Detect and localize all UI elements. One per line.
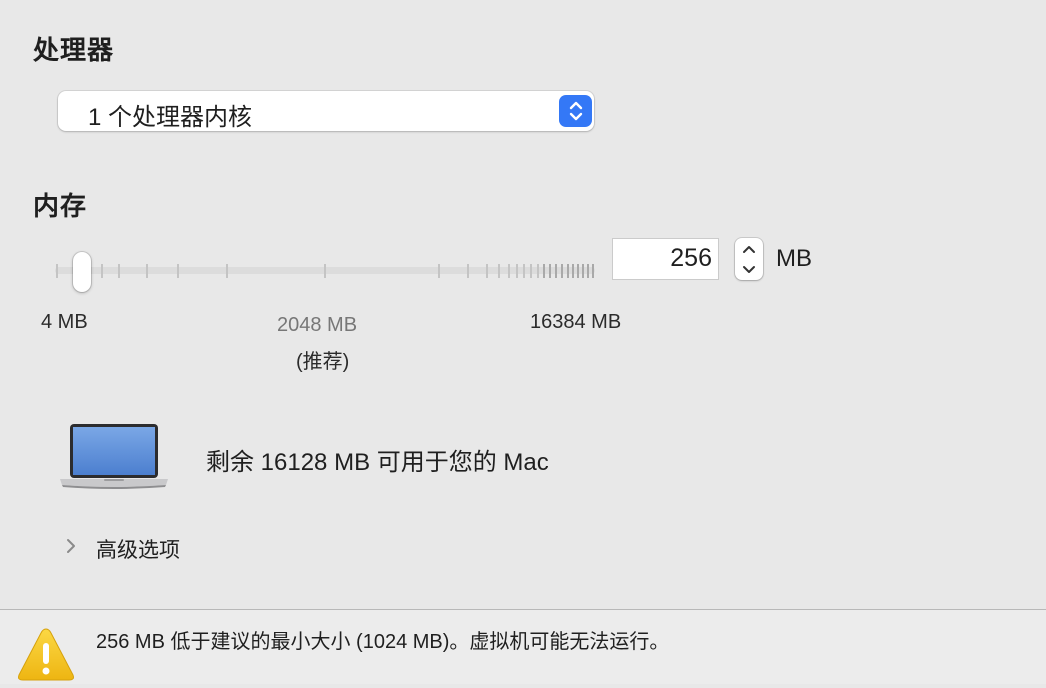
warning-message: 256 MB 低于建议的最小大小 (1024 MB)。虚拟机可能无法运行。 xyxy=(96,631,670,653)
memory-slider-thumb[interactable] xyxy=(73,252,91,292)
slider-tick xyxy=(146,264,148,278)
laptop-icon xyxy=(58,422,170,495)
chevron-right-icon[interactable] xyxy=(64,536,78,561)
slider-tick xyxy=(324,264,326,278)
slider-tick xyxy=(118,264,120,278)
slider-tick xyxy=(226,264,228,278)
processor-count-value: 1 个处理器内核 xyxy=(88,104,253,131)
warning-icon xyxy=(15,625,77,688)
slider-tick xyxy=(543,264,545,278)
processor-section-title: 处理器 xyxy=(33,35,115,65)
slider-tick xyxy=(577,264,579,278)
slider-tick xyxy=(587,264,589,278)
slider-tick xyxy=(177,264,179,278)
slider-tick xyxy=(567,264,569,278)
slider-min-label: 4 MB xyxy=(41,311,88,333)
slider-tick xyxy=(549,264,551,278)
slider-tick xyxy=(572,264,574,278)
processor-count-popup[interactable]: 1 个处理器内核 xyxy=(58,91,594,131)
advanced-options-toggle[interactable]: 高级选项 xyxy=(96,534,180,564)
slider-tick xyxy=(523,264,525,278)
slider-recommended-note: (推荐) xyxy=(296,351,350,373)
slider-tick xyxy=(467,264,469,278)
slider-tick xyxy=(561,264,563,278)
memory-size-field[interactable]: 256 xyxy=(613,239,718,279)
slider-tick xyxy=(498,264,500,278)
slider-tick xyxy=(486,264,488,278)
slider-tick xyxy=(582,264,584,278)
slider-tick xyxy=(530,264,532,278)
memory-unit-label: MB xyxy=(776,245,812,272)
stepper-down-icon[interactable] xyxy=(735,259,763,280)
slider-tick xyxy=(438,264,440,278)
slider-tick xyxy=(516,264,518,278)
slider-tick xyxy=(555,264,557,278)
slider-max-label: 16384 MB xyxy=(530,311,622,333)
slider-tick xyxy=(101,264,103,278)
slider-recommended-label: 2048 MB xyxy=(277,314,358,336)
slider-tick xyxy=(56,264,58,278)
memory-section-title: 内存 xyxy=(33,191,88,221)
chevron-updown-icon[interactable] xyxy=(559,95,592,127)
slider-tick xyxy=(537,264,539,278)
stepper-up-icon[interactable] xyxy=(735,238,763,259)
memory-stepper[interactable] xyxy=(735,238,763,280)
slider-tick xyxy=(592,264,594,278)
available-memory-text: 剩余 16128 MB 可用于您的 Mac xyxy=(206,449,549,476)
slider-tick xyxy=(508,264,510,278)
